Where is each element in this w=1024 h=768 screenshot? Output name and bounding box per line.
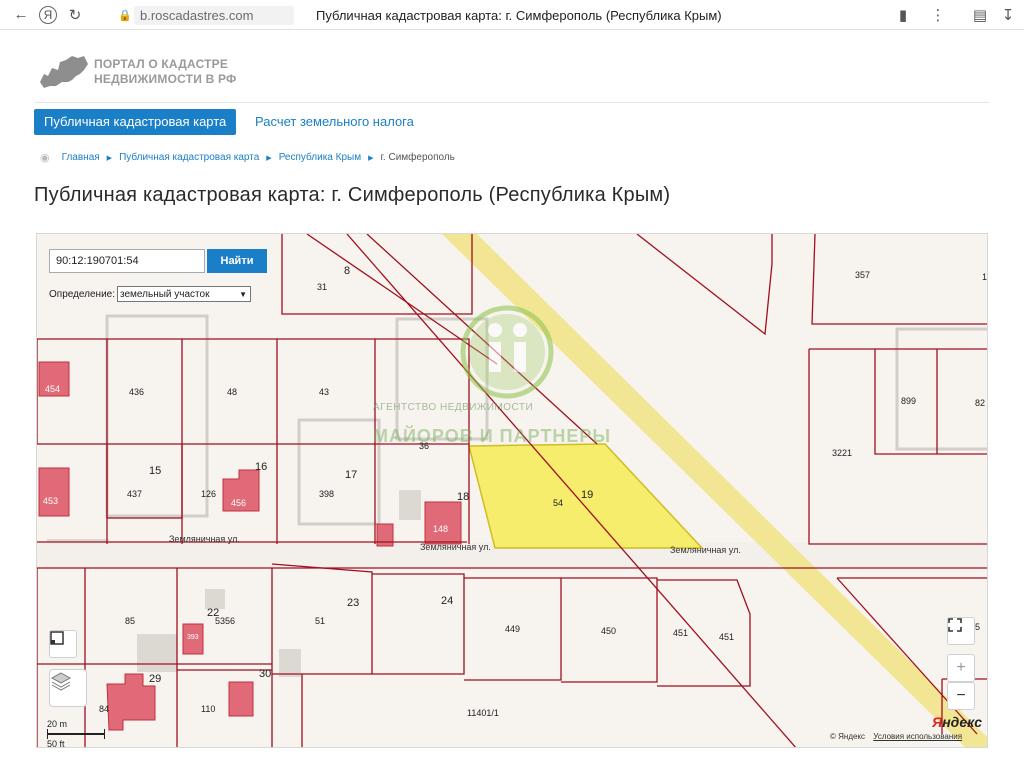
parcel-label: 449 [505,624,520,634]
parcel-label: 48 [227,387,237,397]
street-label: Земляничная ул. [169,534,240,544]
zoom-out-icon[interactable]: − [947,682,975,710]
tab-title: Публичная кадастровая карта: г. Симфероп… [316,7,722,23]
expand-icon[interactable] [947,617,975,645]
street-label: Земляничная ул. [670,545,741,555]
parcel-label: 84 [99,704,109,714]
parcel-label: 398 [319,489,334,499]
parcel-label: 357 [855,270,870,280]
reload-icon[interactable]: ↻ [62,2,88,28]
zoom-in-icon[interactable]: + [947,654,975,682]
parcel-label: 17 [345,469,357,481]
parcel-label: 437 [127,489,142,499]
parcel-label: 3221 [832,448,852,458]
yandex-logo[interactable]: Яндекс [932,714,982,730]
parcel-label: 82 [975,398,985,408]
parcel-label: 126 [201,489,216,499]
parcel-label: 5 [975,622,980,632]
parcel-label: 8 [344,265,350,277]
scale-meters: 20 m [47,719,68,729]
scale-bar: 20 m 50 ft [47,719,105,748]
scale-feet: 50 ft [47,739,65,748]
yandex-browser-icon[interactable]: Я [39,5,57,24]
address-bar[interactable]: 🔒 b.roscadastres.com Публичная кадастров… [118,4,918,26]
parcel-label: 899 [901,396,916,406]
location-pin-icon: ◉ [40,152,50,164]
lock-icon: 🔒 [118,9,132,22]
menu-dots-icon[interactable]: ⋮ [925,2,951,28]
breadcrumb-cadastral-map[interactable]: Публичная кадастровая карта [119,152,259,163]
back-icon[interactable]: ← [8,2,34,28]
parcel-label: 11401/1 [467,708,499,718]
logo-line-2: НЕДВИЖИМОСТИ В РФ [94,72,237,86]
extensions-icon[interactable]: ▤ [967,2,993,28]
parcel-label: 29 [149,673,161,685]
parcel-label: 43 [319,387,329,397]
parcel-label: 24 [441,595,453,607]
cadastral-number-input[interactable] [49,249,205,273]
browser-toolbar: ← Я ↻ 🔒 b.roscadastres.com Публичная кад… [0,0,1024,30]
terms-link[interactable]: Условия использования [873,732,962,741]
page-title: Публичная кадастровая карта: г. Симфероп… [34,184,671,206]
parcel-label: 15 [149,465,161,477]
parcel-label: 16 [255,461,267,473]
parcel-label: 18 [457,491,469,503]
parcel-label: 110 [201,704,215,714]
parcel-label: 453 [43,496,58,506]
find-button[interactable]: Найти [207,249,267,273]
url-text[interactable]: b.roscadastres.com [134,5,294,25]
breadcrumb-arrow-icon: ▶ [106,154,113,162]
map-canvas[interactable]: 8 31 357 436 48 43 899 3221 15 437 126 1… [37,234,988,748]
street-label: Земляничная ул. [420,542,491,552]
tab-land-tax[interactable]: Расчет земельного налога [255,109,414,135]
download-icon[interactable]: ↧ [995,2,1021,28]
watermark-line-1: АГЕНТСТВО НЕДВИЖИМОСТИ [373,402,534,413]
copyright-text: © Яндекс [830,732,866,741]
agency-watermark-logo [460,305,554,399]
portal-logo[interactable]: ПОРТАЛ О КАДАСТРЕ НЕДВИЖИМОСТИ В РФ [38,52,236,92]
parcel-label: 436 [129,387,144,397]
watermark-line-2: МАЙОРОВ И ПАРТНЕРЫ [373,426,611,446]
breadcrumb-crimea[interactable]: Республика Крым [279,152,361,163]
parcel-label: 54 [553,498,563,508]
fullscreen-icon[interactable] [49,630,77,658]
tab-cadastral-map[interactable]: Публичная кадастровая карта [34,109,237,135]
logo-line-1: ПОРТАЛ О КАДАСТРЕ [94,57,229,71]
breadcrumb: ◉ Главная ▶ Публичная кадастровая карта … [40,151,455,164]
definition-row: Определение: земельный участок ▼ [49,286,252,302]
map-attribution: © Яндекс Условия использования [830,732,962,741]
definition-value: земельный участок [120,288,210,300]
parcel-label: 451 [673,628,688,638]
parcel-label: 450 [601,626,616,636]
layers-icon[interactable] [49,669,87,707]
breadcrumb-home[interactable]: Главная [62,152,100,163]
parcel-label: 1 [982,272,987,282]
parcel-label: 31 [317,282,327,292]
parcel-label: 5356 [215,616,235,626]
parcel-label: 451 [719,632,734,642]
parcel-label: 51 [315,616,325,626]
bookmark-icon[interactable]: ▮ [890,2,916,28]
parcel-label: 456 [231,498,246,508]
breadcrumb-arrow-icon: ▶ [368,154,374,162]
parcel-label: 23 [347,597,359,609]
definition-label: Определение: [49,288,116,300]
chevron-down-icon: ▼ [239,289,248,299]
breadcrumb-current: г. Симферополь [380,152,455,163]
parcel-label: 30 [259,668,271,680]
parcel-label: 148 [433,524,448,534]
cadastral-map[interactable]: 8 31 357 436 48 43 899 3221 15 437 126 1… [36,233,988,748]
definition-select[interactable]: земельный участок ▼ [117,286,252,302]
russia-map-icon [40,56,88,88]
parcel-label: 393 [187,634,199,641]
parcel-label: 454 [45,384,60,394]
breadcrumb-arrow-icon: ▶ [266,154,272,162]
parcel-label: 85 [125,616,135,626]
parcel-label: 19 [581,489,593,501]
divider [34,102,989,103]
